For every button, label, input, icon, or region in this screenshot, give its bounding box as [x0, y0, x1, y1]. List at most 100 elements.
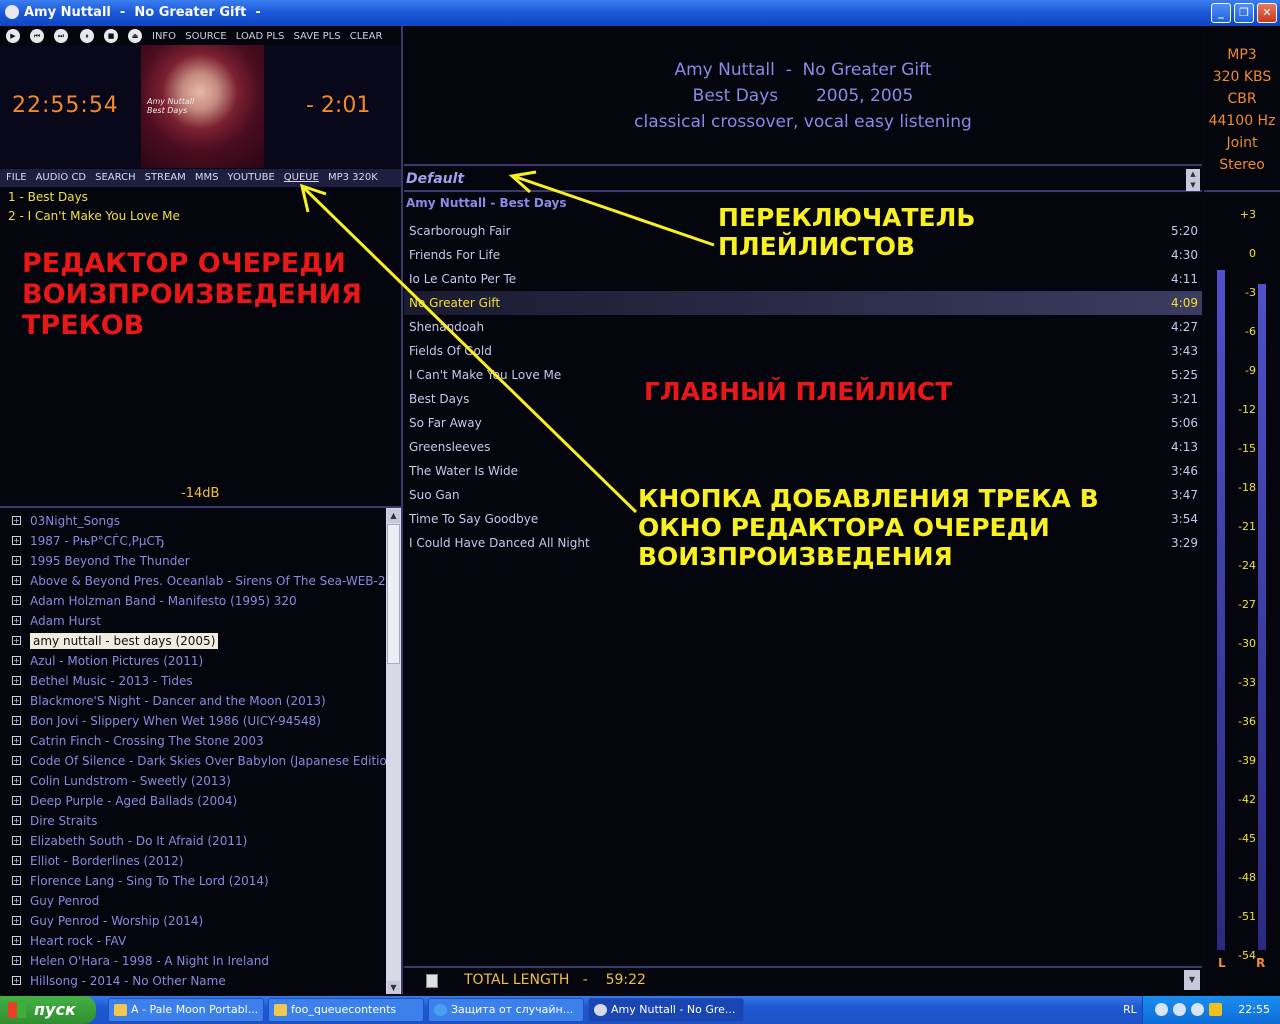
menu-stream[interactable]: STREAM: [145, 172, 186, 183]
expand-icon[interactable]: +: [12, 916, 21, 925]
language-indicator[interactable]: RL: [1123, 1003, 1137, 1016]
library-item[interactable]: + Adam Hurst: [0, 611, 386, 631]
library-item[interactable]: + Hillsong - 2014 - No Other Name: [0, 971, 386, 991]
expand-icon[interactable]: +: [12, 616, 21, 625]
dropdown-arrow-icon[interactable]: ▼: [1184, 970, 1200, 990]
library-item[interactable]: +1995 Beyond The Thunder: [0, 551, 386, 571]
expand-icon[interactable]: +: [12, 676, 21, 685]
library-item[interactable]: + Code Of Silence - Dark Skies Over Babyl…: [0, 751, 386, 771]
library-item[interactable]: + Elizabeth South - Do It Afraid (2011): [0, 831, 386, 851]
library-item-label: Azul - Motion Pictures (2011): [30, 654, 204, 668]
expand-icon[interactable]: +: [12, 736, 21, 745]
expand-icon[interactable]: +: [12, 636, 21, 645]
menu-save-pls[interactable]: SAVE PLS: [294, 31, 341, 42]
expand-icon[interactable]: +: [12, 976, 21, 985]
menu-search[interactable]: SEARCH: [95, 172, 135, 183]
library-item[interactable]: + Deep Purple - Aged Ballads (2004): [0, 791, 386, 811]
menu-load-pls[interactable]: LOAD PLS: [236, 31, 285, 42]
library-item[interactable]: + Bethel Music - 2013 - Tides: [0, 671, 386, 691]
library-item[interactable]: + Helen O'Hara - 1998 - A Night In Irelan…: [0, 951, 386, 971]
library-item-label: 1987 - РњР°СЃС‚РµСЂ: [30, 534, 165, 548]
library-item[interactable]: + Adam Holzman Band - Manifesto (1995) 32…: [0, 591, 386, 611]
expand-icon[interactable]: +: [12, 956, 21, 965]
minimize-button[interactable]: _: [1211, 3, 1231, 23]
stop-icon[interactable]: ■: [104, 29, 118, 43]
queue-item[interactable]: 1 - Best Days: [0, 188, 401, 207]
library-scrollbar[interactable]: ▲ ▼: [386, 508, 401, 994]
expand-icon[interactable]: +: [12, 696, 21, 705]
playlist-row[interactable]: Io Le Canto Per Te 4:11: [404, 267, 1202, 291]
play-icon[interactable]: ▶: [6, 29, 20, 43]
close-button[interactable]: ✕: [1257, 3, 1277, 23]
tray-icon[interactable]: [1209, 1003, 1222, 1016]
task-pale-moon[interactable]: A - Pale Moon Portabl...: [108, 998, 264, 1022]
library-item[interactable]: + Catrin Finch - Crossing The Stone 2003: [0, 731, 386, 751]
menu-clear[interactable]: CLEAR: [350, 31, 383, 42]
menu-source[interactable]: SOURCE: [185, 31, 226, 42]
start-button[interactable]: пуск: [0, 996, 96, 1024]
library-item[interactable]: + Blackmore'S Night - Dancer and the Moon…: [0, 691, 386, 711]
task-queuecontents[interactable]: foo_queuecontents: [268, 998, 424, 1022]
library-item[interactable]: + amy nuttall - best days (2005): [0, 631, 386, 651]
pause-icon[interactable]: ⏸: [80, 29, 94, 43]
library-item[interactable]: + Guy Penrod: [0, 891, 386, 911]
library-item[interactable]: + Elliot - Borderlines (2012): [0, 851, 386, 871]
playlist-row[interactable]: Shenandoah 4:27: [404, 315, 1202, 339]
library-item[interactable]: + Colin Lundstrom - Sweetly (2013): [0, 771, 386, 791]
menu-mms[interactable]: MMS: [195, 172, 219, 183]
task-foobar[interactable]: Amy Nuttall - No Gre...: [588, 998, 744, 1022]
playlist-switcher[interactable]: Default ▲ ▼: [404, 168, 1202, 192]
playlist-row[interactable]: So Far Away 5:06: [404, 411, 1202, 435]
menu-youtube[interactable]: YOUTUBE: [227, 172, 274, 183]
menu-audio-cd[interactable]: AUDIO CD: [36, 172, 87, 183]
expand-icon[interactable]: +: [12, 836, 21, 845]
library-item[interactable]: + Florence Lang - Sing To The Lord (2014): [0, 871, 386, 891]
expand-icon[interactable]: +: [12, 856, 21, 865]
menu-file[interactable]: FILE: [6, 172, 27, 183]
playlist-name[interactable]: Default: [406, 171, 464, 187]
playlist-row[interactable]: The Water Is Wide 3:46: [404, 459, 1202, 483]
library-item[interactable]: + Dire Straits: [0, 811, 386, 831]
library-item[interactable]: + Bon Jovi - Slippery When Wet 1986 (UICY…: [0, 711, 386, 731]
expand-icon[interactable]: +: [12, 776, 21, 785]
library-item[interactable]: + Above & Beyond Pres. Oceanlab - Sirens …: [0, 571, 386, 591]
expand-icon[interactable]: +: [12, 656, 21, 665]
library-item[interactable]: + Azul - Motion Pictures (2011): [0, 651, 386, 671]
menu-mp3-320k[interactable]: MP3 320K: [328, 172, 378, 183]
expand-icon[interactable]: +: [12, 896, 21, 905]
tray-icon[interactable]: [1191, 1003, 1204, 1016]
queue-item[interactable]: 2 - I Can't Make You Love Me: [0, 207, 401, 226]
expand-icon[interactable]: +: [12, 536, 21, 545]
expand-icon[interactable]: +: [12, 936, 21, 945]
expand-icon[interactable]: +: [12, 576, 21, 585]
tray-icon[interactable]: [1173, 1003, 1186, 1016]
next-icon[interactable]: ⏭: [54, 29, 68, 43]
expand-icon[interactable]: +: [12, 716, 21, 725]
playlist-row[interactable]: Greensleeves 4:13: [404, 435, 1202, 459]
expand-icon[interactable]: +: [12, 516, 21, 525]
menu-info[interactable]: INFO: [152, 31, 176, 42]
expand-icon[interactable]: +: [12, 596, 21, 605]
expand-icon[interactable]: +: [12, 796, 21, 805]
library-item[interactable]: + Guy Penrod - Worship (2014): [0, 911, 386, 931]
task-protection[interactable]: Защита от случайн...: [428, 998, 584, 1022]
tray-icon[interactable]: [1155, 1003, 1168, 1016]
eject-icon[interactable]: ⏏: [128, 29, 142, 43]
scroll-down-icon[interactable]: ▼: [387, 981, 400, 994]
scroll-up-icon[interactable]: ▲: [387, 509, 400, 523]
library-tree: +03Night_Songs +1987 - РњР°СЃС‚РµСЂ +1995 …: [0, 506, 403, 994]
playlist-row[interactable]: No Greater Gift 4:09: [404, 291, 1202, 315]
maximize-button[interactable]: ❐: [1234, 3, 1254, 23]
library-item[interactable]: +03Night_Songs: [0, 511, 386, 531]
expand-icon[interactable]: +: [12, 816, 21, 825]
library-item[interactable]: +1987 - РњР°СЃС‚РµСЂ: [0, 531, 386, 551]
expand-icon[interactable]: +: [12, 756, 21, 765]
previous-icon[interactable]: ⏮: [30, 29, 44, 43]
menu-queue[interactable]: QUEUE: [284, 172, 319, 183]
library-item[interactable]: + Heart rock - FAV: [0, 931, 386, 951]
scroll-thumb[interactable]: [387, 524, 400, 664]
switcher-spin-icon[interactable]: ▲ ▼: [1186, 169, 1200, 191]
expand-icon[interactable]: +: [12, 556, 21, 565]
playlist-row[interactable]: Fields Of Gold 3:43: [404, 339, 1202, 363]
expand-icon[interactable]: +: [12, 876, 21, 885]
